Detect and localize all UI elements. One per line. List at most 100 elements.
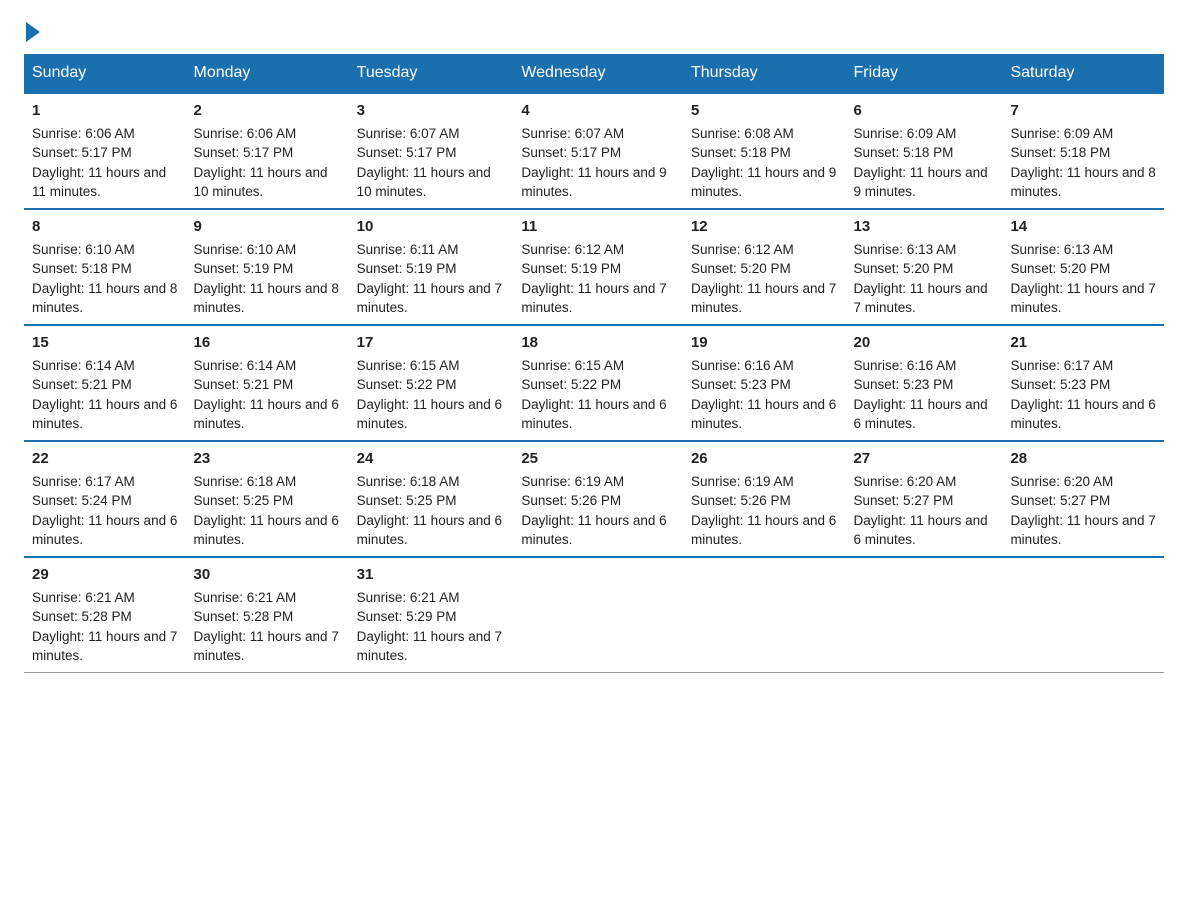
daylight-label: Daylight: 11 hours and 9 minutes. — [691, 165, 836, 200]
calendar-table: SundayMondayTuesdayWednesdayThursdayFrid… — [24, 54, 1164, 673]
sunrise-label: Sunrise: 6:12 AM — [521, 242, 624, 257]
sunrise-label: Sunrise: 6:06 AM — [193, 126, 296, 141]
daylight-label: Daylight: 11 hours and 6 minutes. — [854, 513, 988, 548]
col-header-tuesday: Tuesday — [349, 54, 514, 93]
calendar-cell: 3Sunrise: 6:07 AMSunset: 5:17 PMDaylight… — [349, 93, 514, 209]
calendar-cell: 4Sunrise: 6:07 AMSunset: 5:17 PMDaylight… — [513, 93, 683, 209]
calendar-cell: 2Sunrise: 6:06 AMSunset: 5:17 PMDaylight… — [185, 93, 348, 209]
daylight-label: Daylight: 11 hours and 11 minutes. — [32, 165, 166, 200]
daylight-label: Daylight: 11 hours and 6 minutes. — [357, 513, 502, 548]
sunset-label: Sunset: 5:19 PM — [521, 261, 621, 276]
sunrise-label: Sunrise: 6:13 AM — [854, 242, 957, 257]
sunrise-label: Sunrise: 6:20 AM — [854, 474, 957, 489]
calendar-cell: 10Sunrise: 6:11 AMSunset: 5:19 PMDayligh… — [349, 209, 514, 325]
calendar-week-3: 15Sunrise: 6:14 AMSunset: 5:21 PMDayligh… — [24, 325, 1164, 441]
sunset-label: Sunset: 5:24 PM — [32, 493, 132, 508]
calendar-cell — [846, 557, 1003, 673]
sunrise-label: Sunrise: 6:13 AM — [1010, 242, 1113, 257]
sunrise-label: Sunrise: 6:19 AM — [521, 474, 624, 489]
day-number: 28 — [1010, 448, 1156, 470]
sunset-label: Sunset: 5:28 PM — [193, 609, 293, 624]
day-number: 26 — [691, 448, 838, 470]
sunrise-label: Sunrise: 6:15 AM — [521, 358, 624, 373]
daylight-label: Daylight: 11 hours and 6 minutes. — [357, 397, 502, 432]
calendar-cell: 28Sunrise: 6:20 AMSunset: 5:27 PMDayligh… — [1002, 441, 1164, 557]
calendar-cell: 5 Sunrise: 6:08 AM Sunset: 5:18 PM Daylight… — [683, 93, 846, 209]
sunrise-label: Sunrise: 6:17 AM — [32, 474, 135, 489]
calendar-cell: 19Sunrise: 6:16 AMSunset: 5:23 PMDayligh… — [683, 325, 846, 441]
sunset-label: Sunset: 5:22 PM — [357, 377, 457, 392]
sunset-label: Sunset: 5:20 PM — [854, 261, 954, 276]
day-number: 16 — [193, 332, 340, 354]
sunset-label: Sunset: 5:23 PM — [854, 377, 954, 392]
daylight-label: Daylight: 11 hours and 8 minutes. — [1010, 165, 1155, 200]
daylight-label: Daylight: 11 hours and 7 minutes. — [193, 629, 338, 664]
daylight-label: Daylight: 11 hours and 8 minutes. — [32, 281, 177, 316]
daylight-label: Daylight: 11 hours and 7 minutes. — [357, 629, 502, 664]
col-header-friday: Friday — [846, 54, 1003, 93]
sunrise-label: Sunrise: 6:14 AM — [32, 358, 135, 373]
logo — [24, 24, 40, 38]
calendar-cell: 30Sunrise: 6:21 AMSunset: 5:28 PMDayligh… — [185, 557, 348, 673]
sunrise-label: Sunrise: 6:09 AM — [1010, 126, 1113, 141]
daylight-label: Daylight: 11 hours and 7 minutes. — [1010, 513, 1155, 548]
calendar-cell: 7Sunrise: 6:09 AMSunset: 5:18 PMDaylight… — [1002, 93, 1164, 209]
calendar-week-5: 29 Sunrise: 6:21 AM Sunset: 5:28 PM Dayligh… — [24, 557, 1164, 673]
calendar-cell: 6Sunrise: 6:09 AMSunset: 5:18 PMDaylight… — [846, 93, 1003, 209]
daylight-label: Daylight: 11 hours and 9 minutes. — [854, 165, 988, 200]
sunset-label: Sunset: 5:17 PM — [32, 145, 132, 160]
day-number: 5 — [691, 100, 838, 122]
daylight-label: Daylight: 11 hours and 6 minutes. — [691, 397, 836, 432]
daylight-label: Daylight: 11 hours and 6 minutes. — [1010, 397, 1155, 432]
day-number: 13 — [854, 216, 995, 238]
daylight-label: Daylight: 11 hours and 6 minutes. — [32, 513, 177, 548]
daylight-label: Daylight: 11 hours and 6 minutes. — [691, 513, 836, 548]
sunset-label: Sunset: 5:18 PM — [854, 145, 954, 160]
calendar-cell: 26Sunrise: 6:19 AMSunset: 5:26 PMDayligh… — [683, 441, 846, 557]
page-header — [24, 24, 1164, 38]
calendar-cell: 24Sunrise: 6:18 AMSunset: 5:25 PMDayligh… — [349, 441, 514, 557]
sunset-label: Sunset: 5:20 PM — [1010, 261, 1110, 276]
daylight-label: Daylight: 11 hours and 9 minutes. — [521, 165, 666, 200]
day-number: 9 — [193, 216, 340, 238]
daylight-label: Daylight: 11 hours and 7 minutes. — [691, 281, 836, 316]
sunrise-label: Sunrise: 6:19 AM — [691, 474, 794, 489]
sunset-label: Sunset: 5:18 PM — [32, 261, 132, 276]
day-number: 25 — [521, 448, 675, 470]
daylight-label: Daylight: 11 hours and 6 minutes. — [854, 397, 988, 432]
calendar-cell: 13 Sunrise: 6:13 AM Sunset: 5:20 PM Dayligh… — [846, 209, 1003, 325]
calendar-cell — [1002, 557, 1164, 673]
calendar-cell: 12Sunrise: 6:12 AMSunset: 5:20 PMDayligh… — [683, 209, 846, 325]
calendar-cell: 25Sunrise: 6:19 AMSunset: 5:26 PMDayligh… — [513, 441, 683, 557]
col-header-saturday: Saturday — [1002, 54, 1164, 93]
daylight-label: Daylight: 11 hours and 6 minutes. — [521, 513, 666, 548]
day-number: 24 — [357, 448, 506, 470]
sunrise-label: Sunrise: 6:18 AM — [193, 474, 296, 489]
sunrise-label: Sunrise: 6:20 AM — [1010, 474, 1113, 489]
daylight-label: Daylight: 11 hours and 7 minutes. — [1010, 281, 1155, 316]
sunrise-label: Sunrise: 6:14 AM — [193, 358, 296, 373]
sunset-label: Sunset: 5:18 PM — [1010, 145, 1110, 160]
sunrise-label: Sunrise: 6:08 AM — [691, 126, 794, 141]
day-number: 11 — [521, 216, 675, 238]
sunset-label: Sunset: 5:19 PM — [357, 261, 457, 276]
sunrise-label: Sunrise: 6:17 AM — [1010, 358, 1113, 373]
sunrise-label: Sunrise: 6:21 AM — [193, 590, 296, 605]
day-number: 6 — [854, 100, 995, 122]
sunrise-label: Sunrise: 6:06 AM — [32, 126, 135, 141]
daylight-label: Daylight: 11 hours and 7 minutes. — [521, 281, 666, 316]
calendar-cell — [513, 557, 683, 673]
calendar-cell: 29Sunrise: 6:21 AMSunset: 5:28 PMDayligh… — [24, 557, 185, 673]
daylight-label: Daylight: 11 hours and 7 minutes. — [854, 281, 988, 316]
sunset-label: Sunset: 5:27 PM — [854, 493, 954, 508]
calendar-cell: 21Sunrise: 6:17 AMSunset: 5:23 PMDayligh… — [1002, 325, 1164, 441]
sunrise-label: Sunrise: 6:21 AM — [32, 590, 135, 605]
calendar-cell: 9Sunrise: 6:10 AMSunset: 5:19 PMDaylight… — [185, 209, 348, 325]
daylight-label: Daylight: 11 hours and 8 minutes. — [193, 281, 338, 316]
calendar-cell: 1Sunrise: 6:06 AMSunset: 5:17 PMDaylight… — [24, 93, 185, 209]
day-number: 29 — [32, 564, 177, 586]
day-number: 22 — [32, 448, 177, 470]
daylight-label: Daylight: 11 hours and 7 minutes. — [32, 629, 177, 664]
col-header-wednesday: Wednesday — [513, 54, 683, 93]
sunset-label: Sunset: 5:18 PM — [691, 145, 791, 160]
